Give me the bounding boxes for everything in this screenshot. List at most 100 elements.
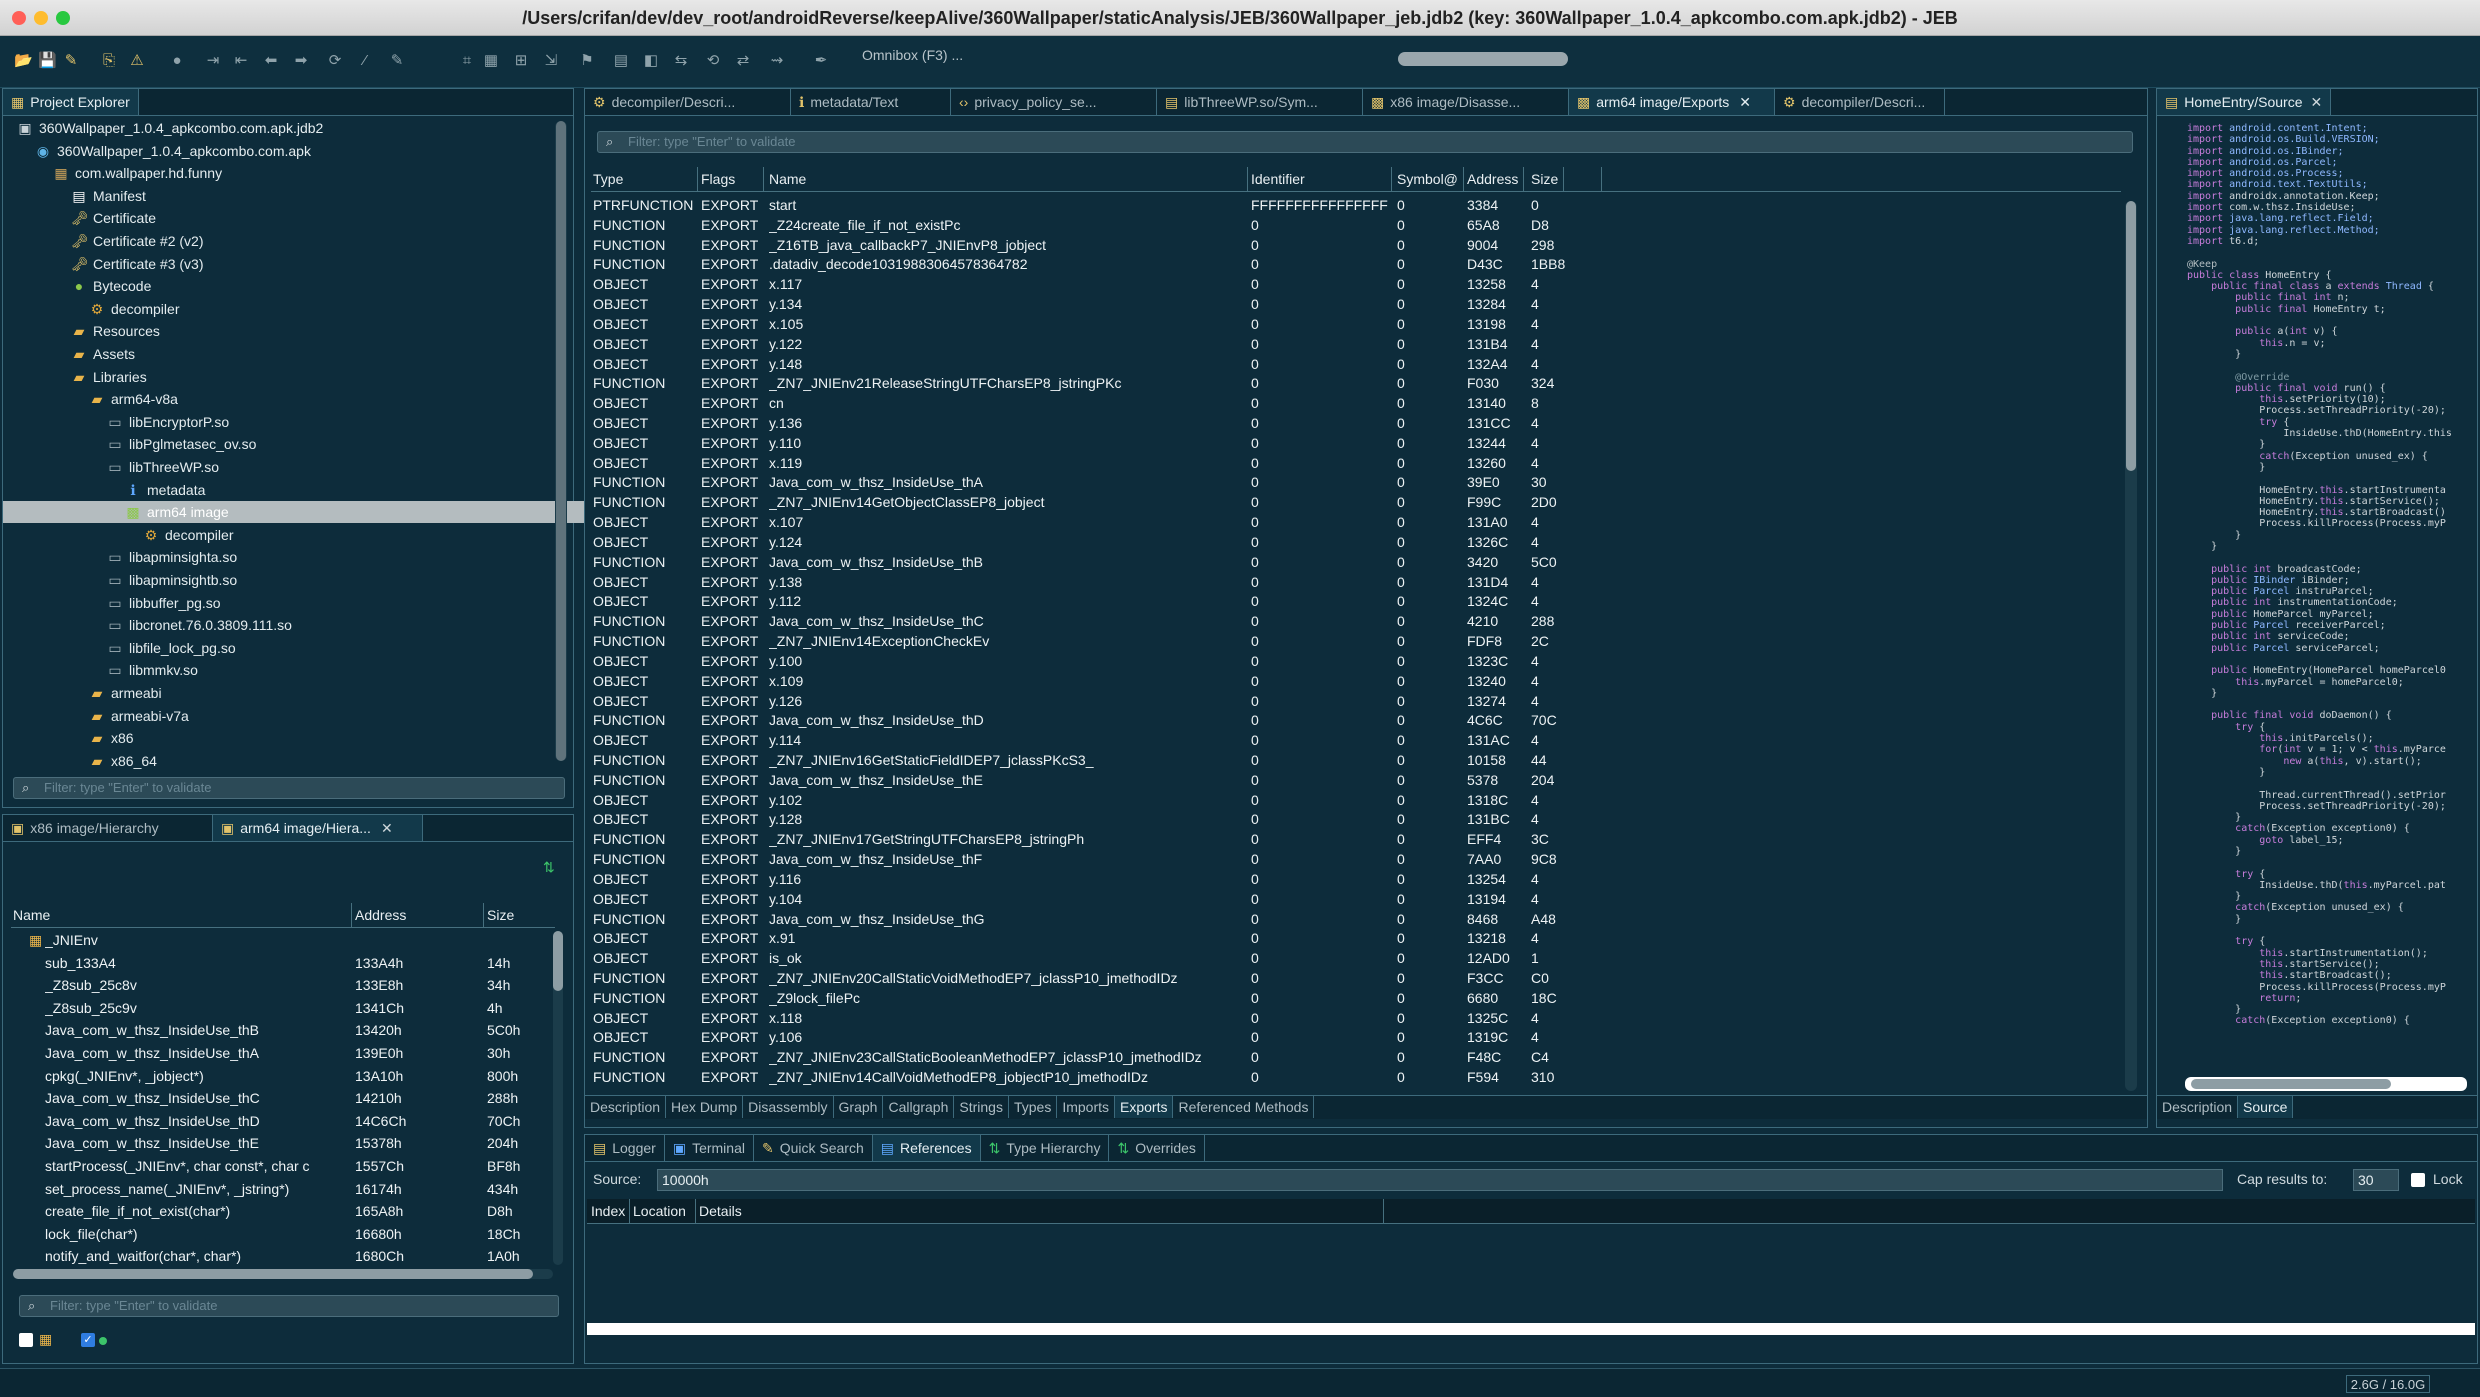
column-index[interactable]: Index (591, 1199, 625, 1223)
column-address[interactable]: Address (355, 903, 406, 927)
subtab[interactable]: Callgraph (883, 1096, 955, 1118)
run-icon[interactable]: ● (168, 52, 186, 70)
source-hscroll[interactable] (2185, 1077, 2467, 1091)
table-row[interactable]: OBJECT EXPORT y.124 0 0 1326C 4 (591, 532, 2121, 552)
table-row[interactable]: OBJECT EXPORT x.119 0 0 13260 4 (591, 453, 2121, 473)
back-icon[interactable]: ⬅ (262, 52, 280, 70)
forward-icon[interactable]: ➡ (292, 52, 310, 70)
subtab-description[interactable]: Description (2157, 1096, 2239, 1118)
tree-item[interactable]: ▰ Assets (71, 343, 135, 365)
column-header[interactable]: Name (769, 167, 1229, 191)
tree-item[interactable]: ▰ armeabi (89, 682, 162, 704)
column-header[interactable]: Identifier (1251, 167, 1393, 191)
hierarchy-hscroll[interactable] (13, 1269, 553, 1279)
editor-tab[interactable]: ℹ metadata/Text (791, 89, 951, 115)
table-row[interactable]: OBJECT EXPORT y.138 0 0 131D4 4 (591, 572, 2121, 592)
source-code-view[interactable]: import android.content.Intent; import an… (2187, 123, 2477, 1063)
list-icon[interactable]: ▤ (612, 52, 630, 70)
table-row[interactable]: OBJECT EXPORT y.110 0 0 13244 4 (591, 433, 2121, 453)
hash-icon[interactable]: ⌗ (458, 52, 476, 70)
hierarchy-vscroll[interactable] (553, 931, 563, 1265)
tree-item[interactable]: ▰ arm64-v8a (89, 388, 178, 410)
tree-item[interactable]: ● Bytecode (71, 275, 152, 297)
tree-item[interactable]: ▭ libThreeWP.so (107, 456, 219, 478)
editor-tab[interactable]: ⚙ decompiler/Descri... (585, 89, 791, 115)
bottom-tab[interactable]: ▤ Logger (585, 1135, 665, 1161)
subtab-source[interactable]: Source (2238, 1096, 2294, 1118)
table-row[interactable]: OBJECT EXPORT y.136 0 0 131CC 4 (591, 413, 2121, 433)
tab-homeentry-source[interactable]: ▤ HomeEntry/Source ✕ (2157, 89, 2332, 115)
table-row[interactable]: PTRFUNCTION EXPORT start FFFFFFFFFFFFFFFF 0 3… (591, 195, 2121, 215)
table-row[interactable]: sub_133A4 133A4h 14h (11, 952, 555, 974)
tree-item[interactable]: 🗝 Certificate (71, 207, 156, 229)
column-size[interactable]: Size (487, 903, 514, 927)
column-header[interactable]: Type (593, 167, 701, 191)
table-row[interactable]: FUNCTION EXPORT _ZN7_JNIEnv14GetObjectClas… (591, 492, 2121, 512)
bottom-tab[interactable]: ⇅ Type Hierarchy (981, 1135, 1110, 1161)
column-header[interactable]: Address (1467, 167, 1525, 191)
close-icon[interactable]: ✕ (381, 820, 393, 836)
lock-checkbox[interactable] (2411, 1173, 2425, 1187)
table-row[interactable]: OBJECT EXPORT y.122 0 0 131B4 4 (591, 334, 2121, 354)
table-row[interactable]: Java_com_w_thsz_InsideUse_thC 14210h 288h (11, 1087, 555, 1109)
tab-x86-hierarchy[interactable]: ▣ x86 image/Hierarchy (3, 815, 213, 841)
table-row[interactable]: FUNCTION EXPORT Java_com_w_thsz_InsideUse_… (591, 710, 2121, 730)
table-row[interactable]: FUNCTION EXPORT _ZN7_JNIEnv20CallStaticVoi… (591, 968, 2121, 988)
comment-icon[interactable]: ⁄ (356, 52, 374, 70)
editor-tab[interactable]: ▩ x86 image/Disasse... (1363, 89, 1569, 115)
table-row[interactable]: OBJECT EXPORT x.105 0 0 13198 4 (591, 314, 2121, 334)
table-row[interactable]: _Z8sub_25c9v 1341Ch 4h (11, 997, 555, 1019)
tree-item[interactable]: ▣ 360Wallpaper_1.0.4_apkcombo.com.apk.jdb… (17, 117, 323, 139)
tree-item[interactable]: ▰ Libraries (71, 366, 147, 388)
table-row[interactable]: FUNCTION EXPORT Java_com_w_thsz_InsideUse_… (591, 552, 2121, 572)
grid-icon[interactable]: ▦ (482, 52, 500, 70)
table-row[interactable]: cpkg(_JNIEnv*, _jobject*) 13A10h 800h (11, 1065, 555, 1087)
split-icon[interactable]: ◧ (642, 52, 660, 70)
column-name[interactable]: Name (13, 903, 50, 927)
open-icon[interactable]: 📂 (14, 52, 33, 70)
table-row[interactable]: FUNCTION EXPORT _ZN7_JNIEnv21ReleaseString… (591, 373, 2121, 393)
table-row[interactable]: FUNCTION EXPORT _ZN7_JNIEnv17GetStringUTFC… (591, 829, 2121, 849)
tree-item[interactable]: 🗝 Certificate #3 (v3) (71, 253, 203, 275)
subtab[interactable]: Hex Dump (666, 1096, 744, 1118)
flag-icon[interactable]: ⚑ (578, 52, 596, 70)
export-icon[interactable]: ⇲ (542, 52, 560, 70)
table-row[interactable]: Java_com_w_thsz_InsideUse_thA 139E0h 30h (11, 1042, 555, 1064)
close-icon[interactable]: ✕ (2311, 94, 2323, 110)
bottom-tab[interactable]: ▤ References (872, 1135, 981, 1161)
table-row[interactable]: OBJECT EXPORT y.102 0 0 1318C 4 (591, 790, 2121, 810)
exports-vscroll[interactable] (2125, 201, 2137, 1091)
tree-item[interactable]: ▭ libapminsightb.so (107, 569, 237, 591)
bottom-tab[interactable]: ✎ Quick Search (754, 1135, 873, 1161)
subtab[interactable]: Description (585, 1096, 667, 1118)
table-row[interactable]: OBJECT EXPORT y.106 0 0 1319C 4 (591, 1027, 2121, 1047)
tree-scrollbar[interactable] (555, 121, 567, 761)
table-row[interactable]: OBJECT EXPORT x.118 0 0 1325C 4 (591, 1008, 2121, 1028)
table-row[interactable]: FUNCTION EXPORT Java_com_w_thsz_InsideUse_… (591, 770, 2121, 790)
tab-project-explorer[interactable]: ▦ Project Explorer (3, 89, 139, 115)
jump-icon[interactable]: ⇝ (768, 52, 786, 70)
table-row[interactable]: set_process_name(_JNIEnv*, _jstring*) 161… (11, 1178, 555, 1200)
table-row[interactable]: FUNCTION EXPORT _ZN7_JNIEnv14ExceptionChec… (591, 631, 2121, 651)
subtab[interactable]: Disassembly (743, 1096, 834, 1118)
table-row[interactable]: OBJECT EXPORT y.116 0 0 13254 4 (591, 869, 2121, 889)
cap-results-input[interactable]: 30 (2353, 1169, 2399, 1191)
table-row[interactable]: OBJECT EXPORT y.100 0 0 1323C 4 (591, 651, 2121, 671)
column-location[interactable]: Location (633, 1199, 686, 1223)
table-row[interactable]: FUNCTION EXPORT Java_com_w_thsz_InsideUse_… (591, 849, 2121, 869)
table-row[interactable]: startProcess(_JNIEnv*, char const*, char… (11, 1155, 555, 1177)
table-row[interactable]: OBJECT EXPORT x.91 0 0 13218 4 (591, 928, 2121, 948)
tree-item[interactable]: ⚙ decompiler (89, 298, 180, 320)
references-hscroll[interactable] (587, 1323, 2475, 1335)
tree-filter-input[interactable]: ⌕ Filter: type "Enter" to validate (13, 777, 565, 799)
editor-tab[interactable]: ‹› privacy_policy_se... (951, 89, 1157, 115)
table-row[interactable]: _Z8sub_25c8v 133E8h 34h (11, 974, 555, 996)
undo-icon[interactable]: ⟲ (704, 52, 722, 70)
table-row[interactable]: OBJECT EXPORT y.126 0 0 13274 4 (591, 691, 2121, 711)
table-row[interactable]: OBJECT EXPORT x.109 0 0 13240 4 (591, 671, 2121, 691)
layout-icon[interactable]: ⊞ (512, 52, 530, 70)
omnibox[interactable]: Omnibox (F3) ... (862, 47, 963, 63)
tree-item[interactable]: ▭ libfile_lock_pg.so (107, 637, 235, 659)
subtab[interactable]: Exports (1115, 1096, 1174, 1118)
bottom-tab[interactable]: ⇅ Overrides (1109, 1135, 1205, 1161)
